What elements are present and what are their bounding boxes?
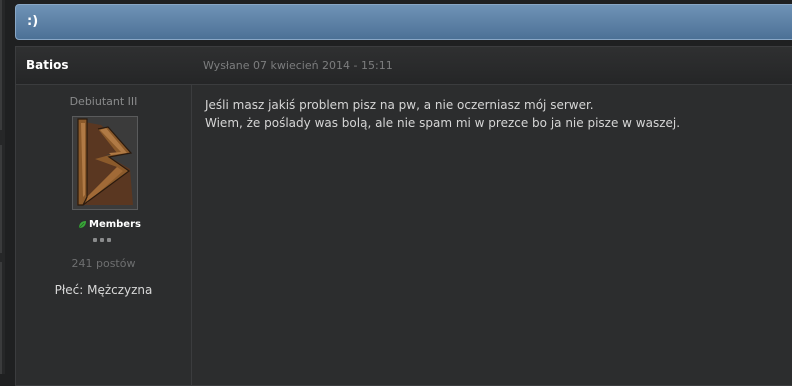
post-count: 241 postów <box>71 257 136 270</box>
author-info: Debiutant III Members 241 postów Płeć: M… <box>16 85 192 385</box>
user-rank: Debiutant III <box>69 95 138 108</box>
post-date[interactable]: Wysłane 07 kwiecień 2014 - 15:11 <box>203 59 393 72</box>
post-body: Jeśli masz jakiś problem pisz na pw, a n… <box>205 96 792 132</box>
user-group: Members <box>78 219 141 230</box>
post: Batios Wysłane 07 kwiecień 2014 - 15:11 … <box>15 46 792 386</box>
avatar-image <box>73 117 137 209</box>
leaf-icon <box>78 221 86 229</box>
post-body-line: Jeśli masz jakiś problem pisz na pw, a n… <box>205 98 594 112</box>
left-edge <box>0 0 5 374</box>
topic-title-bar: :) <box>15 4 792 40</box>
user-gender: Płeć: Mężczyzna <box>54 283 153 297</box>
topic-title: :) <box>27 14 39 29</box>
author-name-link[interactable]: Batios <box>26 58 68 72</box>
user-group-label: Members <box>89 219 141 230</box>
post-body-line: Wiem, że poślady was bolą, ale nie spam … <box>205 116 681 130</box>
rank-pips <box>93 238 111 242</box>
post-header: Batios Wysłane 07 kwiecień 2014 - 15:11 <box>16 47 792 85</box>
avatar[interactable] <box>72 116 138 210</box>
